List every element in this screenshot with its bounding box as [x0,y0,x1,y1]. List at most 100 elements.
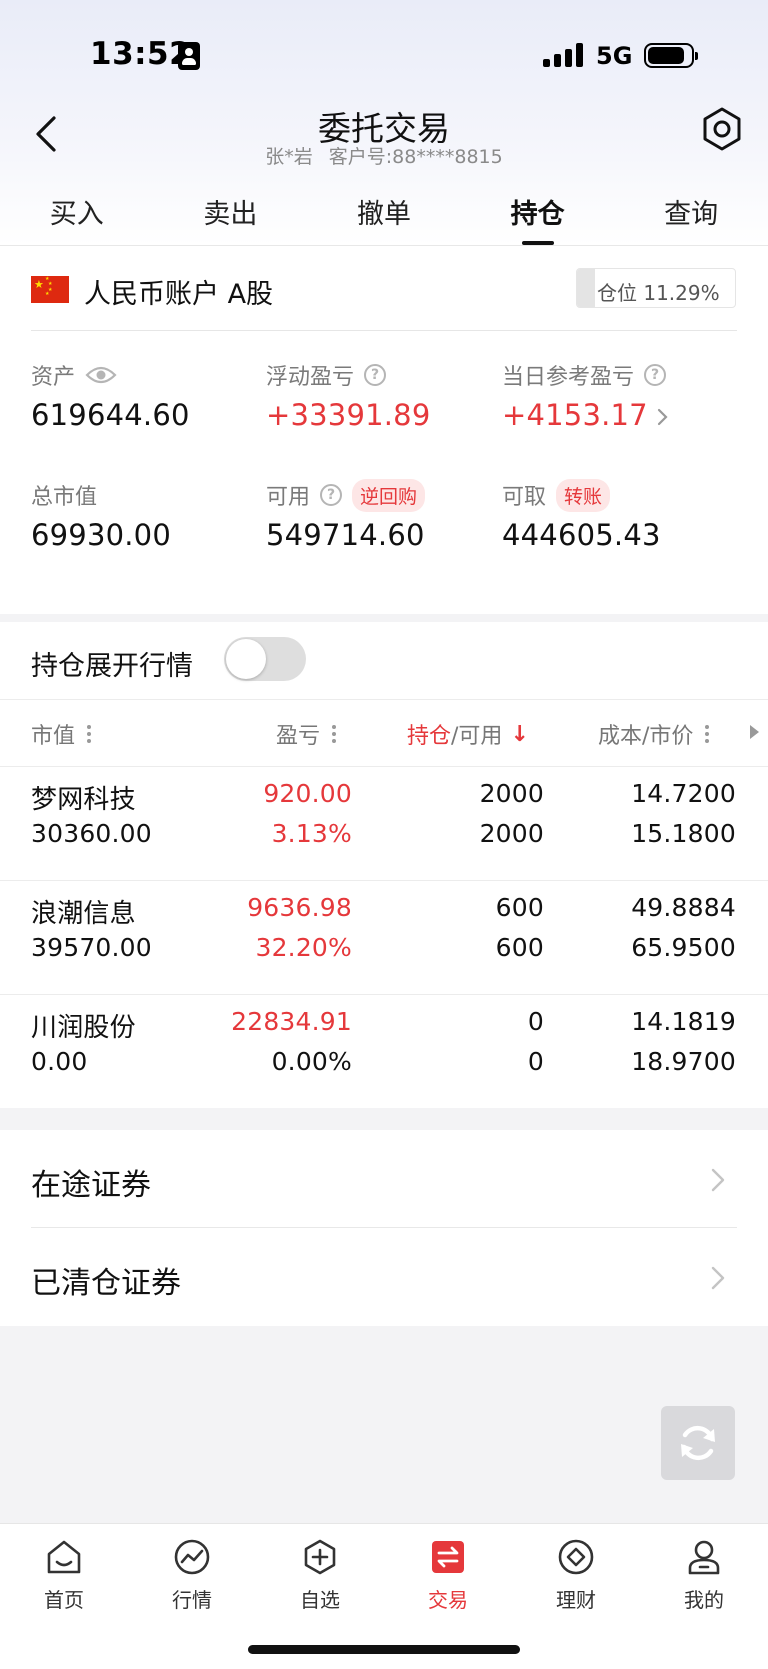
list-item-cleared[interactable]: 已清仓证券 [0,1228,768,1326]
stock-pl: 9636.98 [247,893,352,922]
stock-cost: 49.8884 [631,893,736,922]
today-pl-value-row: +4153.17 [502,398,670,432]
position-ratio-fill [577,269,595,307]
tab-query[interactable]: 查询 [614,180,768,245]
profile-icon [688,1540,720,1575]
stock-quantity: 2000 [479,779,544,808]
nav-market-label: 行情 [172,1588,212,1612]
market-value-label: 总市值 [31,485,98,510]
column-header-cost-price[interactable]: 成本/市价 [598,718,710,750]
stock-market-value: 0.00 [31,1047,88,1076]
tab-holdings[interactable]: 持仓 [461,180,615,245]
assets-label: 资产 [31,365,76,390]
account-name: 人民币账户 A股 [84,279,274,310]
cleared-label: 已清仓证券 [31,1266,181,1301]
nav-profile-label: 我的 [684,1588,724,1612]
nav-wealth[interactable]: 理财 [512,1524,640,1624]
transfer-button[interactable]: 转账 [556,478,611,512]
floating-pl-label: 浮动盈亏 [266,365,355,390]
floating-pl-value: +33391.89 [266,398,431,432]
id-badge-icon [178,42,200,70]
chevron-right-icon [657,408,668,426]
trade-icon [432,1541,464,1573]
chevron-right-icon [711,1168,725,1192]
trade-tabs: 买入 卖出 撤单 持仓 查询 [0,180,768,246]
nav-trade[interactable]: 交易 [384,1524,512,1624]
market-value-value: 69930.00 [31,518,171,552]
stock-cost: 14.7200 [631,779,736,808]
nav-profile[interactable]: 我的 [640,1524,768,1624]
column-header-cost-price-label: 成本/市价 [598,724,694,749]
battery-icon [644,43,698,68]
stock-available: 600 [495,933,544,962]
holdings-quote-toggle-label: 持仓展开行情 [31,651,193,682]
column-header-available-label: /可用 [451,724,503,749]
table-row[interactable]: 浪潮信息 39570.00 9636.98 32.20% 600 600 49.… [0,880,768,994]
stock-market-value: 30360.00 [31,819,152,848]
column-header-market-value[interactable]: 市值 [31,718,92,750]
status-bar: 13:52 5G [0,0,768,110]
stock-name: 川润股份 [31,1013,136,1043]
home-icon [47,1540,81,1574]
more-vertical-icon [87,725,92,743]
nav-wealth-label: 理财 [556,1588,596,1612]
watchlist-icon [304,1539,336,1575]
table-row[interactable]: 梦网科技 30360.00 920.00 3.13% 2000 2000 14.… [0,766,768,880]
metric-assets: 资产 619644.60 [31,358,190,432]
help-icon[interactable]: ? [320,484,343,506]
stock-quantity: 600 [495,893,544,922]
stock-pl-percent: 32.20% [255,933,352,962]
page-header: 委托交易 张*岩 客户号:88****8815 [0,100,768,172]
metric-floating-pl: 浮动盈亏 ? +33391.89 [266,358,430,432]
user-name: 张*岩 [265,146,313,168]
column-header-market-value-label: 市值 [31,724,76,749]
holdings-table: 市值 盈亏 持仓/可用 ↓ 成本/市价 梦网科技 30360.00 920.00 … [0,700,768,1108]
stock-price: 65.9500 [631,933,736,962]
scroll-right-icon[interactable] [748,724,760,740]
help-icon[interactable]: ? [364,364,387,386]
stock-price: 15.1800 [631,819,736,848]
column-header-position[interactable]: 持仓/可用 ↓ [407,718,529,750]
nav-market[interactable]: 行情 [128,1524,256,1624]
column-header-pl[interactable]: 盈亏 [276,718,337,750]
table-row[interactable]: 川润股份 0.00 22834.91 0.00% 0 0 14.1819 18.… [0,994,768,1108]
nav-home[interactable]: 首页 [0,1524,128,1624]
network-label: 5G [596,42,633,70]
withdrawable-value: 444605.43 [502,518,661,552]
stock-name: 梦网科技 [31,785,136,815]
reverse-repo-button[interactable]: 逆回购 [352,478,426,512]
status-time: 13:52 [90,36,192,72]
metric-available: 可用 ? 逆回购 549714.60 [266,478,426,552]
tab-buy[interactable]: 买入 [0,180,154,245]
holdings-quote-toggle[interactable] [224,637,306,681]
list-item-in-transit[interactable]: 在途证券 [0,1130,768,1228]
settings-icon[interactable] [699,106,745,152]
stock-price: 18.9700 [631,1047,736,1076]
column-header-pl-label: 盈亏 [276,724,321,749]
account-subtitle: 张*岩 客户号:88****8815 [0,142,768,169]
account-divider [31,330,737,331]
today-pl-label: 当日参考盈亏 [502,365,635,390]
refresh-button[interactable] [661,1406,735,1480]
more-vertical-icon [332,725,337,743]
holdings-quote-toggle-row: 持仓展开行情 [0,622,768,700]
stock-pl: 920.00 [263,779,352,808]
withdrawable-label: 可取 [502,485,547,510]
nav-trade-label: 交易 [428,1588,468,1612]
available-value: 549714.60 [266,518,425,552]
eye-icon[interactable] [85,364,117,386]
help-icon[interactable]: ? [644,364,667,386]
tab-cancel-order[interactable]: 撤单 [307,180,461,245]
nav-home-label: 首页 [44,1588,84,1612]
metric-today-pl[interactable]: 当日参考盈亏 ? +4153.17 [502,358,670,432]
sort-down-arrow-icon: ↓ [510,721,529,747]
nav-watchlist[interactable]: 自选 [256,1524,384,1624]
column-header-position-label: 持仓 [407,724,452,749]
tab-sell[interactable]: 卖出 [154,180,308,245]
china-flag-icon: ★ ★ ★ ★ ★ [31,276,69,303]
stock-quantity: 0 [527,1007,544,1036]
wealth-icon [558,1539,594,1575]
stock-available: 2000 [479,819,544,848]
metric-market-value: 总市值 69930.00 [31,478,171,552]
stock-pl-percent: 3.13% [271,819,352,848]
